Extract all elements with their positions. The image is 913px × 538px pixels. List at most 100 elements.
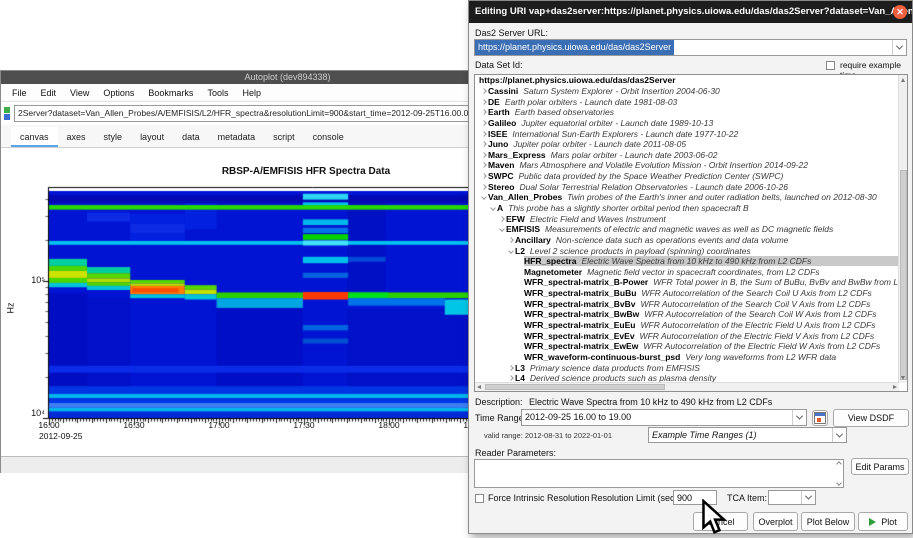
menu-item-bookmarks[interactable]: Bookmarks [141, 88, 200, 98]
tree-item-Stereo[interactable]: StereoDual Solar Terrestrial Relation Ob… [475, 181, 907, 192]
scroll-up-icon[interactable] [901, 78, 905, 82]
tree-item-ISEE[interactable]: ISEEInternational Sun-Earth Explorers - … [475, 128, 907, 139]
chevron-down-icon[interactable] [836, 480, 842, 486]
time-range-label: Time Range: [475, 413, 526, 423]
tree-item-EMFISIS[interactable]: EMFISISMeasurements of electric and magn… [475, 224, 907, 235]
menu-item-file[interactable]: File [5, 88, 34, 98]
chevron-expanded-icon[interactable] [480, 195, 488, 199]
resolution-limit-label: Resolution Limit (sec): [591, 493, 680, 503]
close-icon[interactable]: ✕ [893, 5, 907, 19]
chevron-collapsed-icon[interactable] [480, 185, 488, 189]
hscroll-thumb[interactable] [485, 384, 665, 390]
scroll-left-icon[interactable] [477, 385, 481, 389]
plot-below-button[interactable]: Plot Below [801, 512, 855, 531]
tree-item-WFR_spectral-matrix_BuBu[interactable]: WFR_spectral-matrix_BuBuWFR Autocorrelat… [475, 288, 907, 299]
tree-item-WFR_spectral-matrix_BvBv[interactable]: WFR_spectral-matrix_BvBvWFR Autocorrelat… [475, 298, 907, 309]
tree-item-WFR_spectral-matrix_B-Power[interactable]: WFR_spectral-matrix_B-PowerWFR Total pow… [475, 277, 907, 288]
tree-item-HFR_spectra[interactable]: HFR_spectraElectric Wave Spectra from 10… [475, 256, 907, 267]
chevron-collapsed-icon[interactable] [480, 89, 488, 93]
tree-item-WFR_spectral-matrix_BwBw[interactable]: WFR_spectral-matrix_BwBwWFR Autocorrelat… [475, 309, 907, 320]
chevron-expanded-icon[interactable] [489, 206, 497, 210]
chevron-collapsed-icon[interactable] [480, 100, 488, 104]
tree-item-Galileo[interactable]: GalileoJupiter equatorial orbiter - Laun… [475, 118, 907, 129]
horizontal-scrollbar[interactable] [475, 382, 899, 391]
tree-item-WFR_spectral-matrix_EvEv[interactable]: WFR_spectral-matrix_EvEvWFR Autocorrelat… [475, 330, 907, 341]
valid-range-label: valid range: 2012-08-31 to 2022-01-01 [484, 431, 612, 440]
tab-style[interactable]: style [95, 127, 132, 147]
chevron-collapsed-icon[interactable] [507, 366, 515, 370]
edit-params-button[interactable]: Edit Params [851, 458, 909, 475]
require-example-time-checkbox[interactable] [826, 61, 835, 70]
tab-axes[interactable]: axes [58, 127, 95, 147]
tree-item-L3[interactable]: L3Primary science data products from EMF… [475, 362, 907, 373]
tree-root[interactable]: https://planet.physics.uiowa.edu/das/das… [475, 75, 907, 86]
chevron-collapsed-icon[interactable] [480, 153, 488, 157]
chevron-collapsed-icon[interactable] [498, 217, 506, 221]
time-range-combobox[interactable]: 2012-09-25 16.00 to 19.00 [521, 409, 807, 426]
menu-item-edit[interactable]: Edit [34, 88, 64, 98]
tree-item-Cassini[interactable]: CassiniSaturn System Explorer - Orbit In… [475, 86, 907, 97]
tree-item-L2[interactable]: L2Level 2 science products in payload (s… [475, 245, 907, 256]
chevron-collapsed-icon[interactable] [507, 238, 515, 242]
tree-item-SWPC[interactable]: SWPCPublic data provided by the Space We… [475, 171, 907, 182]
menu-item-view[interactable]: View [63, 88, 96, 98]
calendar-icon [814, 412, 826, 424]
tree-item-A[interactable]: AThis probe has a slightly shorter orbit… [475, 203, 907, 214]
tree-item-Magnetometer[interactable]: MagnetometerMagnetic field vector in spa… [475, 267, 907, 278]
tree-item-Earth[interactable]: EarthEarth based observatories [475, 107, 907, 118]
force-intrinsic-resolution-label: Force Intrinsic Resolution [488, 493, 590, 503]
chevron-up-icon[interactable] [836, 461, 842, 467]
vscroll-thumb[interactable] [900, 170, 907, 380]
x-tick-label: 16:30 [123, 420, 144, 430]
x-axis-date-label: 2012-09-25 [39, 431, 82, 441]
tree-item-WFR_spectral-matrix_EuEu[interactable]: WFR_spectral-matrix_EuEuWFR Autocorrelat… [475, 320, 907, 331]
menu-item-options[interactable]: Options [96, 88, 141, 98]
scroll-down-icon[interactable] [901, 376, 905, 380]
menu-item-tools[interactable]: Tools [200, 88, 235, 98]
tab-layout[interactable]: layout [131, 127, 173, 147]
chevron-collapsed-icon[interactable] [507, 376, 515, 380]
tab-data[interactable]: data [173, 127, 209, 147]
tree-item-EFW[interactable]: EFWElectric Field and Waves Instrument [475, 213, 907, 224]
vertical-scrollbar[interactable] [898, 75, 907, 383]
calendar-button[interactable] [812, 410, 828, 426]
scroll-right-icon[interactable] [893, 385, 897, 389]
chevron-down-icon[interactable] [801, 491, 815, 504]
tab-canvas[interactable]: canvas [11, 127, 58, 147]
tree-item-DE[interactable]: DEEarth polar orbiters - Launch date 198… [475, 96, 907, 107]
chevron-collapsed-icon[interactable] [480, 174, 488, 178]
server-url-combobox[interactable]: https://planet.physics.uiowa.edu/das/das… [474, 39, 907, 56]
play-icon [869, 518, 876, 526]
chevron-collapsed-icon[interactable] [480, 110, 488, 114]
tree-item-Maven[interactable]: MavenMars Atmosphere and Volatile Evolut… [475, 160, 907, 171]
tree-item-WFR_waveform-continuous-burst_psd[interactable]: WFR_waveform-continuous-burst_psdVery lo… [475, 352, 907, 363]
menu-item-help[interactable]: Help [235, 88, 268, 98]
chevron-collapsed-icon[interactable] [480, 163, 488, 167]
tca-item-combobox[interactable] [768, 490, 816, 505]
chevron-down-icon[interactable] [792, 410, 806, 425]
force-intrinsic-resolution-checkbox[interactable] [475, 494, 484, 503]
chevron-expanded-icon[interactable] [507, 249, 515, 253]
reader-parameters-textarea[interactable] [474, 459, 844, 488]
dataset-tree[interactable]: https://planet.physics.uiowa.edu/das/das… [474, 74, 908, 392]
chevron-down-icon[interactable] [892, 40, 906, 55]
chevron-collapsed-icon[interactable] [480, 121, 488, 125]
chevron-collapsed-icon[interactable] [480, 132, 488, 136]
overplot-button[interactable]: Overplot [753, 512, 798, 531]
tree-item-WFR_spectral-matrix_EwEw[interactable]: WFR_spectral-matrix_EwEwWFR Autocorrelat… [475, 341, 907, 352]
tab-metadata[interactable]: metadata [209, 127, 265, 147]
tree-item-Juno[interactable]: JunoJupiter polar orbiter - Launch date … [475, 139, 907, 150]
tab-script[interactable]: script [264, 127, 304, 147]
tree-item-Ancillary[interactable]: AncillaryNon-science data such as operat… [475, 235, 907, 246]
description-label: Description: [475, 397, 523, 407]
view-dsdf-button[interactable]: View DSDF [833, 409, 909, 427]
chevron-expanded-icon[interactable] [498, 227, 506, 231]
chevron-down-icon[interactable] [832, 428, 846, 442]
chevron-collapsed-icon[interactable] [480, 142, 488, 146]
tab-console[interactable]: console [304, 127, 353, 147]
example-time-ranges-combobox[interactable]: Example Time Ranges (1) [648, 427, 847, 443]
plot-button[interactable]: Plot [858, 512, 908, 531]
das2server-dialog: Editing URI vap+das2server:https://plane… [468, 0, 913, 534]
tree-item-Van_Allen_Probes[interactable]: Van_Allen_ProbesTwin probes of the Earth… [475, 192, 907, 203]
tree-item-Mars_Express[interactable]: Mars_ExpressMars polar orbiter - Launch … [475, 149, 907, 160]
